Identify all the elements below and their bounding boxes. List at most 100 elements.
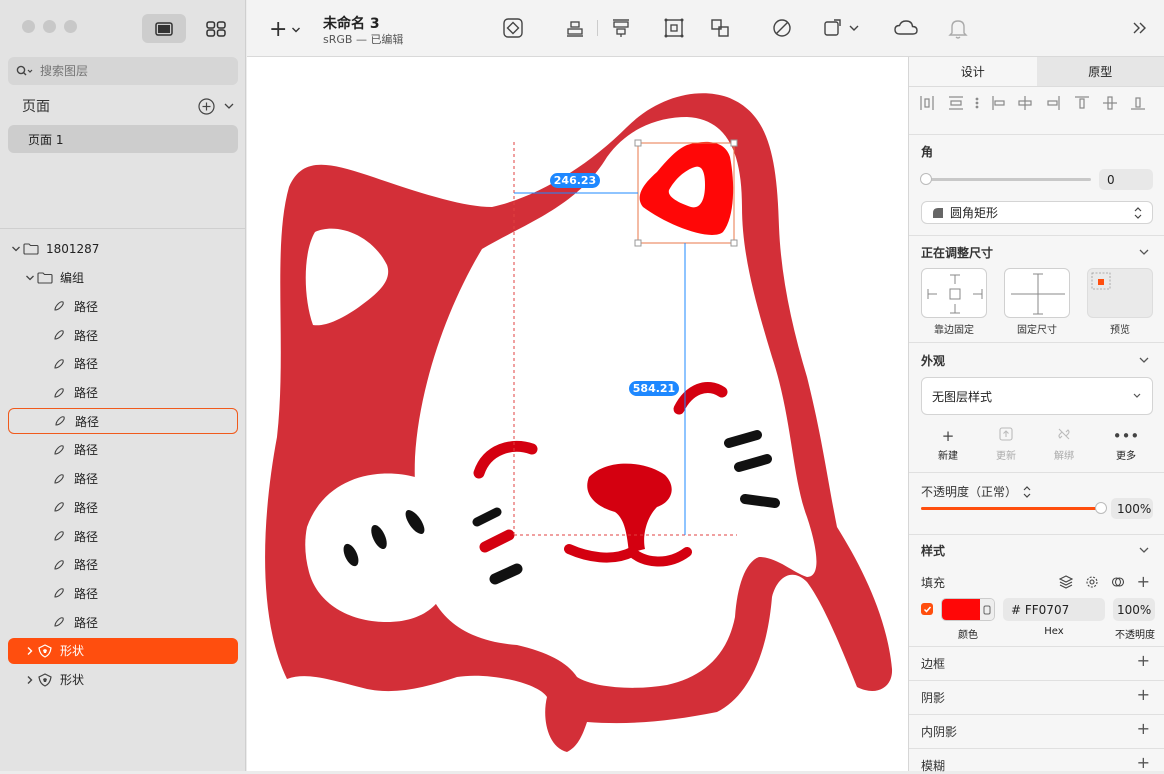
scale-button[interactable] — [822, 17, 862, 39]
mask-button[interactable] — [771, 17, 793, 39]
resize-handle[interactable] — [731, 140, 737, 146]
close-window-button[interactable] — [22, 20, 35, 33]
fixed-size-option[interactable] — [1004, 268, 1070, 318]
layer-row[interactable]: 路径 — [8, 408, 238, 434]
add-blur-icon[interactable]: + — [1137, 753, 1150, 772]
align-middle-v-icon[interactable] — [1103, 97, 1117, 109]
layer-row[interactable]: 路径 — [8, 293, 238, 319]
corner-radius-input[interactable]: 0 — [1099, 169, 1153, 190]
expand-toolbar-button[interactable] — [1129, 17, 1151, 39]
distribute-horizontal-icon[interactable] — [921, 96, 933, 110]
chevron-down-icon[interactable] — [1138, 545, 1150, 555]
fill-color-swatch[interactable] — [941, 598, 995, 621]
section-divider — [909, 134, 1164, 135]
pin-to-edge-option[interactable] — [921, 268, 987, 318]
fill-opacity-input[interactable]: 100% — [1113, 598, 1155, 621]
pages-label: 页面 — [22, 96, 50, 116]
chevron-down-icon[interactable] — [1138, 247, 1150, 257]
layer-label: 路径 — [74, 614, 98, 631]
layer-row[interactable]: 形状 — [8, 638, 238, 664]
resize-handle[interactable] — [635, 240, 641, 246]
create-symbol-button[interactable] — [502, 17, 524, 39]
grid-view-button[interactable] — [194, 14, 238, 43]
zoom-window-button[interactable] — [64, 20, 77, 33]
opacity-mode-select[interactable]: 不透明度（正常） — [921, 483, 1031, 500]
unlink-style-button[interactable]: 解绑 — [1039, 427, 1089, 462]
chevron-down-icon[interactable] — [10, 245, 22, 253]
group-button[interactable] — [709, 17, 731, 39]
layers-icon[interactable] — [1059, 575, 1073, 589]
new-style-button[interactable]: + 新建 — [923, 427, 973, 462]
align-right-icon[interactable] — [1048, 96, 1059, 110]
resize-handle[interactable] — [731, 240, 737, 246]
chevron-right-icon[interactable] — [24, 646, 36, 656]
fill-hex-input[interactable]: # FF0707 — [1003, 598, 1105, 621]
plus-icon: + — [269, 17, 287, 42]
layer-row[interactable]: 路径 — [8, 494, 238, 520]
align-left-icon[interactable] — [993, 96, 1004, 110]
chevron-down-icon[interactable] — [1138, 355, 1150, 365]
resize-handle[interactable] — [635, 140, 641, 146]
more-dots-icon[interactable] — [976, 98, 978, 108]
align-top-icon[interactable] — [1075, 97, 1089, 108]
layer-row[interactable]: 路径 — [8, 380, 238, 406]
align-top-button[interactable] — [610, 17, 632, 39]
more-style-label: 更多 — [1101, 447, 1151, 462]
layer-row[interactable]: 形状 — [8, 667, 238, 693]
tab-prototype[interactable]: 原型 — [1037, 57, 1164, 86]
add-inner-shadow-icon[interactable]: + — [1137, 719, 1150, 738]
fill-enabled-checkbox[interactable] — [921, 603, 933, 615]
layer-style-select[interactable]: 无图层样式 — [921, 377, 1153, 415]
tab-design[interactable]: 设计 — [909, 57, 1037, 86]
layer-row[interactable]: 1801287 — [8, 236, 238, 262]
search-input[interactable] — [38, 63, 222, 79]
corner-slider-knob[interactable] — [920, 173, 932, 185]
align-center-h-icon[interactable] — [1019, 96, 1031, 110]
chevron-right-icon[interactable] — [24, 675, 36, 685]
add-fill-icon[interactable]: + — [1137, 572, 1150, 591]
layer-row[interactable]: 路径 — [8, 322, 238, 348]
align-bottom-button[interactable] — [564, 17, 586, 39]
layer-row[interactable]: 路径 — [8, 552, 238, 578]
layer-row[interactable]: 路径 — [8, 609, 238, 635]
more-style-button[interactable]: ••• 更多 — [1101, 427, 1151, 462]
add-shadow-icon[interactable]: + — [1137, 685, 1150, 704]
fill-label: 填充 — [921, 574, 945, 591]
cloud-button[interactable] — [893, 17, 919, 39]
chevron-down-icon[interactable] — [24, 274, 36, 282]
page-item[interactable]: 页面 1 — [8, 125, 238, 153]
notifications-button[interactable] — [947, 17, 969, 39]
rounded-corner-icon — [932, 207, 944, 219]
section-divider — [909, 680, 1164, 681]
opacity-input[interactable]: 100% — [1111, 498, 1153, 519]
align-bottom-icon — [564, 17, 586, 39]
layer-row[interactable]: 路径 — [8, 523, 238, 549]
chevron-down-icon[interactable] — [223, 101, 235, 111]
corner-slider-track[interactable] — [925, 178, 1091, 181]
single-panel-view-button[interactable] — [142, 14, 186, 43]
insert-button[interactable]: + — [269, 17, 301, 42]
frame-button[interactable] — [663, 17, 685, 39]
layer-search[interactable] — [8, 57, 238, 85]
add-border-icon[interactable]: + — [1137, 651, 1150, 670]
layer-row[interactable]: 路径 — [8, 351, 238, 377]
add-page-icon[interactable] — [198, 98, 215, 115]
distribute-vertical-icon[interactable] — [949, 97, 963, 109]
path-icon — [50, 299, 68, 313]
layer-row[interactable]: 路径 — [8, 437, 238, 463]
layer-row[interactable]: 路径 — [8, 466, 238, 492]
section-divider — [909, 748, 1164, 749]
layer-row[interactable]: 编组 — [8, 265, 238, 291]
layer-label: 路径 — [74, 528, 98, 545]
blend-icon[interactable] — [1111, 575, 1125, 589]
update-style-button[interactable]: 更新 — [981, 427, 1031, 462]
gear-icon[interactable] — [1085, 575, 1099, 589]
minimize-window-button[interactable] — [43, 20, 56, 33]
corner-type-select[interactable]: 圆角矩形 — [921, 201, 1153, 224]
layer-row[interactable]: 路径 — [8, 580, 238, 606]
align-bottom-icon[interactable] — [1131, 98, 1145, 109]
toolbar: + 未命名 3 sRGB — 已编辑 — [247, 0, 1164, 57]
opacity-slider-knob[interactable] — [1095, 502, 1107, 514]
canvas[interactable]: 246.23 584.21 — [247, 57, 908, 771]
layer-label: 形状 — [60, 642, 84, 659]
